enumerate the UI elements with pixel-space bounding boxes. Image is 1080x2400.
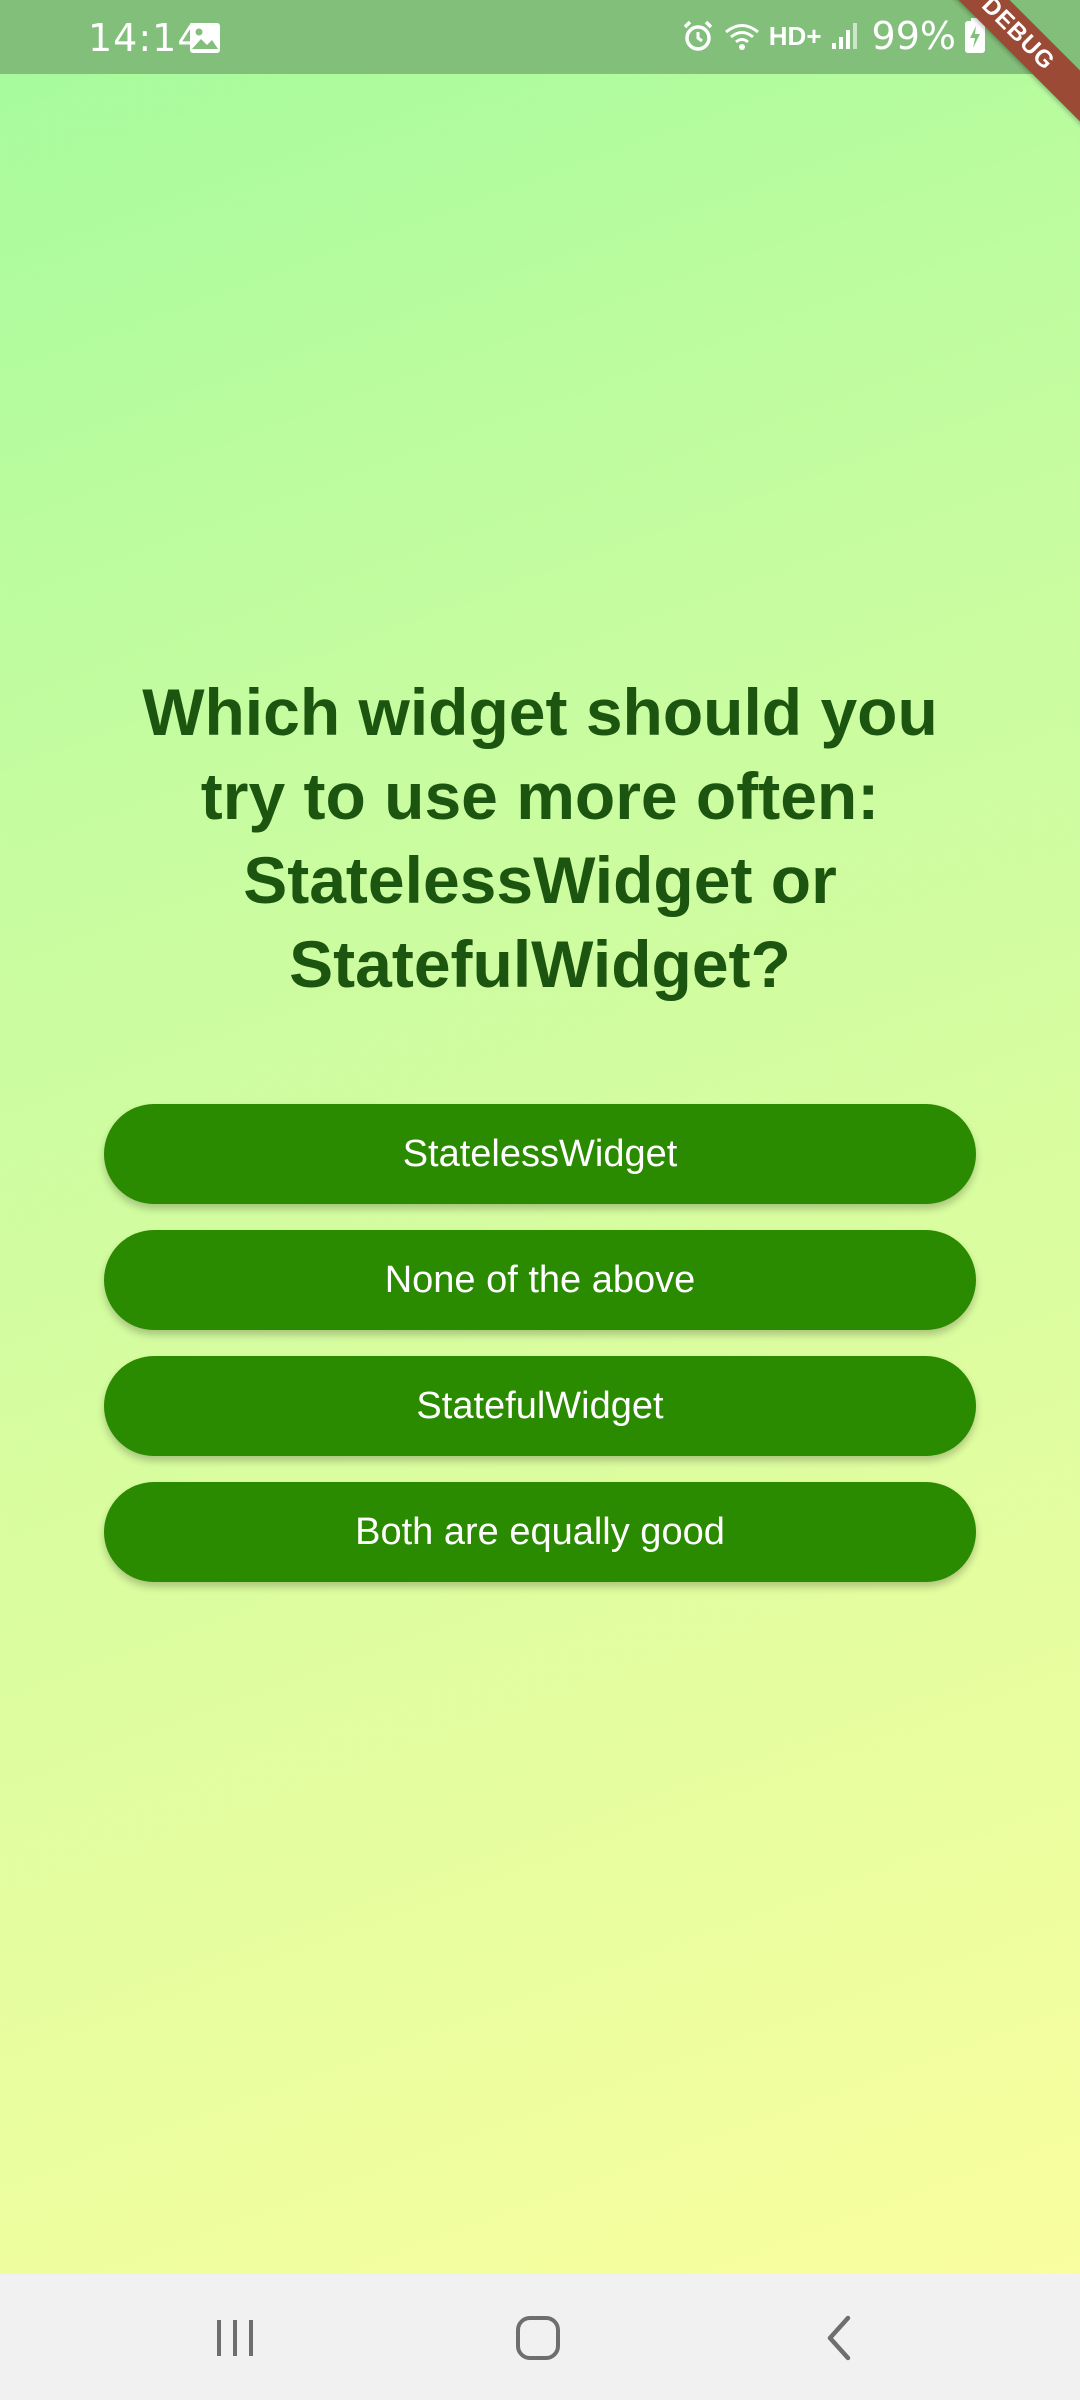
- back-icon[interactable]: [810, 2314, 870, 2364]
- status-time: 14:14: [88, 16, 203, 60]
- answer-button[interactable]: None of the above: [104, 1230, 976, 1330]
- wifi-icon: [723, 19, 761, 53]
- recent-apps-icon[interactable]: [205, 2314, 265, 2364]
- signal-icon: [830, 21, 860, 51]
- navigation-bar: [0, 2274, 1080, 2400]
- answer-button[interactable]: StatefulWidget: [104, 1356, 976, 1456]
- alarm-icon: [681, 19, 715, 53]
- answer-button[interactable]: Both are equally good: [104, 1482, 976, 1582]
- status-bar: 14:14 HD+ 99%: [0, 0, 1080, 74]
- answer-list: StatelessWidget None of the above Statef…: [104, 1104, 976, 1608]
- status-icons: HD+ 99%: [681, 14, 986, 58]
- battery-percent: 99%: [871, 14, 956, 58]
- quiz-content: Which widget should you try to use more …: [0, 670, 1080, 1006]
- gallery-icon: [189, 22, 221, 54]
- home-icon[interactable]: [508, 2314, 568, 2364]
- network-type: HD+: [768, 20, 822, 51]
- question-text: Which widget should you try to use more …: [142, 675, 938, 1001]
- answer-button[interactable]: StatelessWidget: [104, 1104, 976, 1204]
